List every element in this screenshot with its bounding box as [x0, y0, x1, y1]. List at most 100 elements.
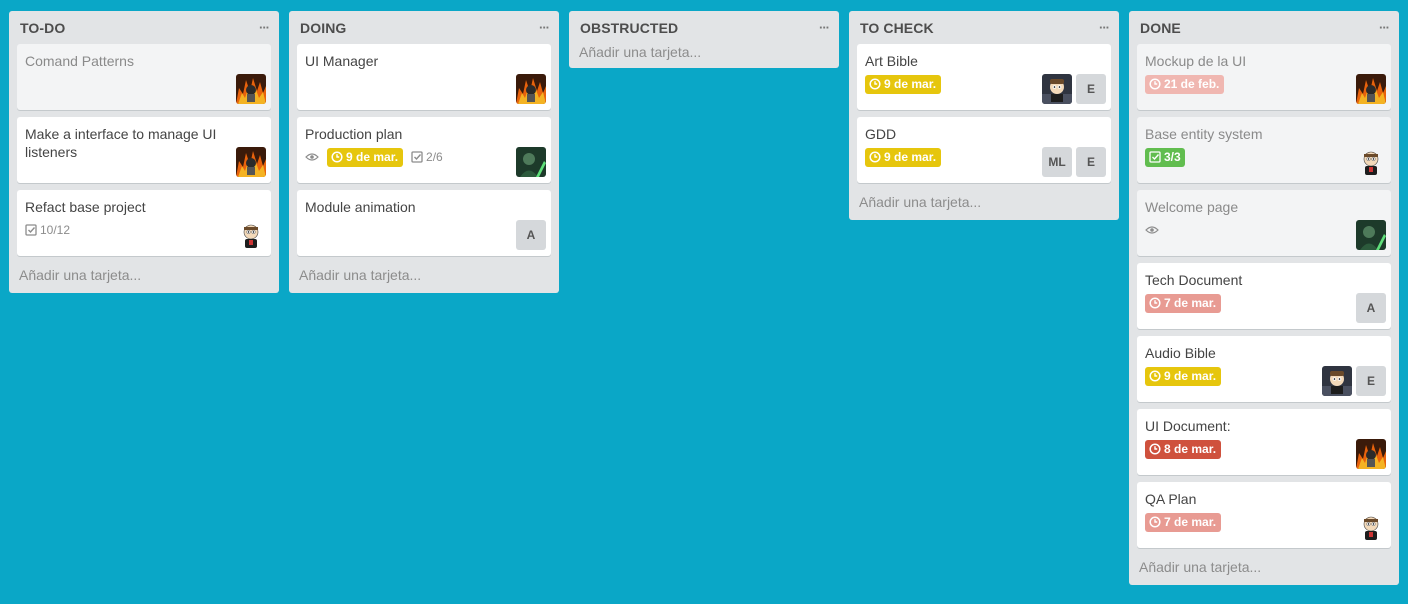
avatar-cartoon[interactable] — [1356, 512, 1386, 542]
card-title: QA Plan — [1145, 491, 1197, 507]
card[interactable]: Tech Document 7 de mar. A — [1137, 263, 1391, 329]
checklist-count: 10/12 — [40, 223, 71, 237]
due-date-text: 9 de mar. — [884, 150, 937, 164]
clock-icon — [1149, 516, 1161, 528]
clock-icon — [1149, 297, 1161, 309]
card-members: ML E — [1042, 147, 1106, 177]
member-initials[interactable]: A — [516, 220, 546, 250]
card-title: Audio Bible — [1145, 345, 1216, 361]
avatar-cartoon-dark[interactable] — [1042, 74, 1072, 104]
due-date-text: 8 de mar. — [1164, 442, 1217, 456]
card-badges: 10/12 — [25, 220, 263, 240]
card-members: E — [1042, 74, 1106, 104]
avatar-fire[interactable] — [236, 147, 266, 177]
list-to-do: TO-DO ··· Comand Patterns Make a interface … — [9, 11, 279, 293]
list-menu-icon[interactable]: ··· — [819, 20, 830, 35]
avatar-green[interactable] — [1356, 220, 1386, 250]
card[interactable]: Welcome page — [1137, 190, 1391, 256]
list-obstructed: OBSTRUCTED ··· Añadir una tarjeta... — [569, 11, 839, 68]
avatar-cartoon-dark[interactable] — [1322, 366, 1352, 396]
member-initials[interactable]: E — [1076, 74, 1106, 104]
card-title: Art Bible — [865, 53, 918, 69]
card[interactable]: Art Bible 9 de mar. E — [857, 44, 1111, 110]
due-date-text: 9 de mar. — [1164, 369, 1217, 383]
list-doing: DOING ··· UI Manager Production plan 9 de ma… — [289, 11, 559, 293]
card-members — [516, 147, 546, 177]
card[interactable]: QA Plan 7 de mar. — [1137, 482, 1391, 548]
list-title[interactable]: DOING — [300, 20, 346, 36]
card-title: Make a interface to manage UI listeners — [25, 126, 217, 160]
member-initials[interactable]: A — [1356, 293, 1386, 323]
card-title: Module animation — [305, 199, 416, 215]
avatar-cartoon[interactable] — [236, 220, 266, 250]
card[interactable]: UI Document: 8 de mar. — [1137, 409, 1391, 475]
add-card-link[interactable]: Añadir una tarjeta... — [17, 263, 271, 285]
card[interactable]: Audio Bible 9 de mar. E — [1137, 336, 1391, 402]
due-date-badge: 9 de mar. — [1145, 366, 1222, 386]
card-members — [1356, 439, 1386, 469]
card[interactable]: UI Manager — [297, 44, 551, 110]
card[interactable]: Module animation A — [297, 190, 551, 256]
avatar-fire[interactable] — [1356, 439, 1386, 469]
watch-icon — [305, 152, 319, 162]
card-title: GDD — [865, 126, 897, 142]
list-title[interactable]: DONE — [1140, 20, 1181, 36]
list-header: TO-DO ··· — [17, 11, 271, 44]
due-date-badge: 9 de mar. — [327, 147, 404, 167]
card[interactable]: Mockup de la UI 21 de feb. — [1137, 44, 1391, 110]
add-card-link[interactable]: Añadir una tarjeta... — [857, 190, 1111, 212]
list-to-check: TO CHECK ··· Art Bible 9 de mar. E GDD 9 de ma… — [849, 11, 1119, 220]
checkbox-icon — [1149, 151, 1161, 163]
member-initials[interactable]: ML — [1042, 147, 1072, 177]
board: TO-DO ··· Comand Patterns Make a interface … — [0, 0, 1408, 604]
list-menu-icon[interactable]: ··· — [1379, 20, 1390, 35]
card-title: Tech Document — [1145, 272, 1243, 288]
list-title[interactable]: TO-DO — [20, 20, 65, 36]
avatar-fire[interactable] — [516, 74, 546, 104]
avatar-cartoon[interactable] — [1356, 147, 1386, 177]
member-initials[interactable]: E — [1076, 147, 1106, 177]
list-menu-icon[interactable]: ··· — [259, 20, 270, 35]
checkbox-icon — [411, 151, 423, 163]
card-members — [236, 147, 266, 177]
card-members: A — [516, 220, 546, 250]
card-title: Mockup de la UI — [1145, 53, 1247, 69]
add-card-link[interactable]: Añadir una tarjeta... — [1137, 555, 1391, 577]
list-title[interactable]: OBSTRUCTED — [580, 20, 678, 36]
checklist-count: 3/3 — [1164, 150, 1181, 164]
due-date-badge: 7 de mar. — [1145, 512, 1222, 532]
due-date-text: 7 de mar. — [1164, 515, 1217, 529]
card-badges — [1145, 220, 1383, 240]
clock-icon — [1149, 78, 1161, 90]
card-title: UI Document: — [1145, 418, 1231, 434]
clock-icon — [1149, 370, 1161, 382]
avatar-fire[interactable] — [1356, 74, 1386, 104]
watch-icon — [1145, 225, 1159, 235]
card-members — [1356, 220, 1386, 250]
checklist-badge: 2/6 — [411, 150, 443, 164]
member-initials[interactable]: E — [1356, 366, 1386, 396]
card-members — [236, 74, 266, 104]
card[interactable]: Base entity system 3/3 — [1137, 117, 1391, 183]
clock-icon — [1149, 443, 1161, 455]
card-badges: 7 de mar. — [1145, 293, 1383, 313]
card-badges: 9 de mar. 2/6 — [305, 147, 543, 167]
card[interactable]: Comand Patterns — [17, 44, 271, 110]
card-members — [1356, 74, 1386, 104]
list-header: OBSTRUCTED ··· — [577, 11, 831, 44]
card-title: Comand Patterns — [25, 53, 134, 69]
card[interactable]: Refact base project 10/12 — [17, 190, 271, 256]
card[interactable]: GDD 9 de mar. ML E — [857, 117, 1111, 183]
list-menu-icon[interactable]: ··· — [539, 20, 550, 35]
avatar-green[interactable] — [516, 147, 546, 177]
due-date-text: 7 de mar. — [1164, 296, 1217, 310]
list-menu-icon[interactable]: ··· — [1099, 20, 1110, 35]
add-card-link[interactable]: Añadir una tarjeta... — [297, 263, 551, 285]
add-card-link[interactable]: Añadir una tarjeta... — [577, 44, 831, 60]
card[interactable]: Production plan 9 de mar. 2/6 — [297, 117, 551, 183]
card[interactable]: Make a interface to manage UI listeners — [17, 117, 271, 183]
avatar-fire[interactable] — [236, 74, 266, 104]
list-header: DOING ··· — [297, 11, 551, 44]
list-title[interactable]: TO CHECK — [860, 20, 934, 36]
due-date-text: 9 de mar. — [884, 77, 937, 91]
